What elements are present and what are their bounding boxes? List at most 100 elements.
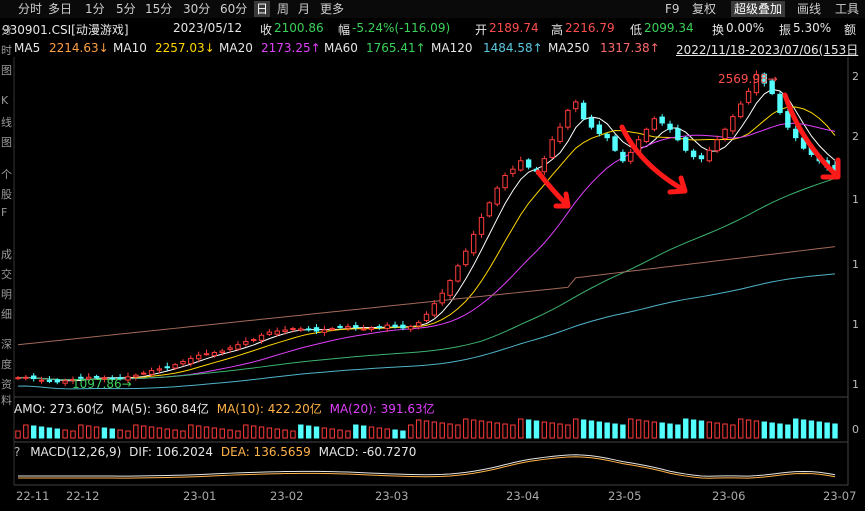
candle-up [463, 250, 469, 266]
volume-bar [203, 426, 210, 439]
volume-bar [86, 425, 92, 439]
volume-bar [250, 425, 257, 439]
volume-bar [243, 424, 249, 439]
volume-bar [698, 420, 705, 439]
volume-bar [659, 422, 665, 439]
volume-bar [101, 427, 108, 439]
volume-bar [541, 421, 548, 439]
amo-legend: AMO: 273.60亿 MA(5): 360.84亿 MA(10): 422.… [14, 400, 435, 417]
right-axis-tick: 1 [852, 258, 859, 271]
volume-bar [345, 430, 351, 439]
candle-up [738, 103, 744, 118]
candle-up [573, 101, 579, 110]
volume-bar [824, 422, 830, 439]
volume-bar [800, 419, 807, 439]
volume-bar [549, 422, 555, 439]
candle-down [777, 93, 783, 113]
volume-bar [510, 424, 516, 439]
candle-down [353, 325, 359, 328]
candle-up [243, 341, 249, 345]
right-axis-tick: 2 [852, 70, 859, 83]
volume-bar [23, 424, 29, 439]
help-icon[interactable]: ? [14, 445, 20, 459]
candle-up [250, 338, 257, 341]
candle-up [195, 354, 202, 360]
volume-bar [78, 424, 84, 439]
candle-down [683, 137, 689, 151]
volume-bar [172, 429, 178, 439]
candle-down [376, 326, 383, 329]
volume-bar [596, 421, 603, 439]
volume-bar [533, 420, 540, 439]
volume-bar [31, 425, 37, 439]
volume-bar [93, 426, 100, 439]
candle-down [690, 150, 697, 158]
macd-dea: DEA: 136.5659 [220, 445, 311, 459]
candle-up [180, 361, 186, 365]
candle-down [313, 327, 320, 332]
right-axis-tick: 2 [852, 130, 859, 143]
right-axis-tick: 1 [852, 193, 859, 206]
volume-bar [761, 421, 767, 439]
candle-up [140, 372, 147, 375]
candle-down [588, 117, 595, 128]
candle-up [494, 187, 500, 205]
volume-bar [431, 421, 438, 439]
candle-up [541, 158, 548, 173]
volume-bar [722, 423, 728, 439]
volume-bar [180, 430, 186, 439]
volume-bar [777, 423, 783, 439]
amo-ma5: MA(5): 360.84亿 [111, 402, 209, 416]
volume-bar [816, 421, 822, 439]
candle-up [510, 168, 516, 174]
volume-bar [62, 429, 68, 439]
candle-up [557, 126, 563, 142]
macd-legend: ? MACD(12,26,9) DIF: 106.2024 DEA: 136.5… [14, 445, 416, 459]
volume-bar [706, 421, 713, 439]
volume-bar [494, 422, 500, 439]
volume-bar [832, 423, 838, 439]
candle-up [345, 325, 351, 329]
candle-up [455, 265, 461, 282]
candle-up [518, 160, 524, 171]
candle-up [549, 139, 555, 158]
volume-bar [580, 419, 587, 439]
candle-up [15, 377, 21, 380]
candle-down [164, 366, 170, 369]
amo-ma20: MA(20): 391.63亿 [329, 402, 435, 416]
volume-bar [463, 418, 469, 439]
volume-bar [156, 427, 163, 439]
volume-bar [518, 418, 524, 439]
volume-bar [195, 425, 202, 439]
candle-down [392, 324, 398, 328]
candle-up [745, 90, 752, 103]
volume-bar [675, 424, 681, 439]
volume-bar [258, 426, 265, 439]
volume-bar [714, 422, 720, 439]
low-price-label: 1097.86→ [72, 377, 132, 391]
volume-bar [415, 419, 422, 439]
volume-bar [808, 420, 815, 439]
volume-bar [635, 419, 642, 439]
ma20-line [17, 122, 836, 381]
candle-up [651, 118, 658, 130]
candle-up [439, 292, 445, 304]
volume-bar [423, 420, 430, 439]
candle-up [486, 202, 493, 217]
volume-bar [353, 424, 359, 439]
candle-down [54, 379, 60, 383]
volume-bar [321, 427, 328, 439]
volume-bar [588, 420, 595, 439]
volume-bar [266, 427, 273, 439]
volume-bar [15, 430, 21, 439]
candle-down [580, 102, 587, 120]
candle-up [298, 328, 304, 331]
volume-bar [305, 425, 312, 439]
high-price-label: 2569.98→ [718, 72, 778, 86]
volume-bar [38, 426, 45, 439]
x-axis-label: 23-03 [375, 489, 409, 503]
right-axis-tick: 0 [852, 423, 859, 436]
amo-value: AMO: 273.60亿 [14, 402, 104, 416]
candle-up [188, 357, 194, 365]
volume-bar [439, 422, 445, 439]
